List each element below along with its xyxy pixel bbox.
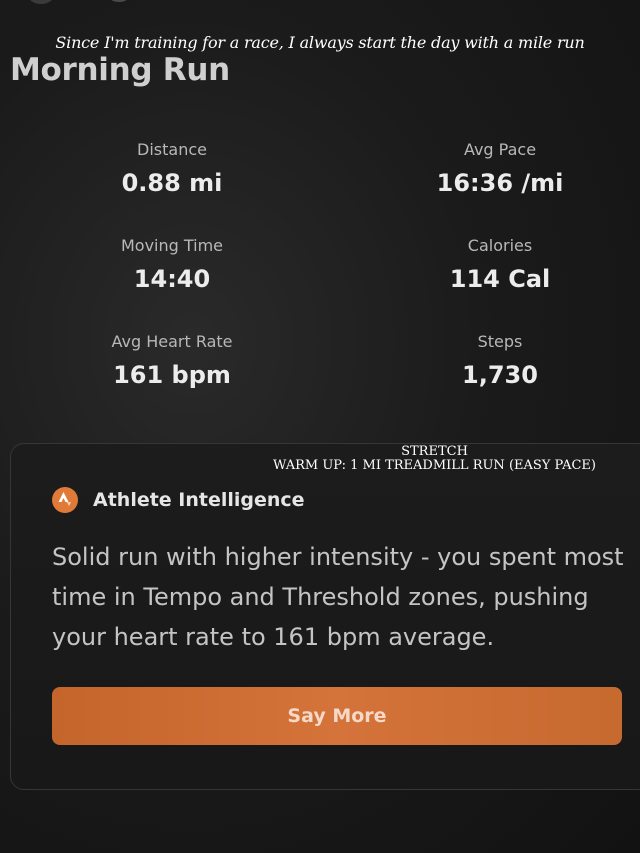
stat-value: 161 bpm — [113, 361, 231, 389]
stat-moving-time: Moving Time 14:40 — [22, 236, 322, 293]
athlete-intelligence-summary: Solid run with higher intensity - you sp… — [52, 543, 624, 651]
stat-steps: Steps 1,730 — [350, 332, 640, 389]
stat-label: Steps — [477, 332, 523, 351]
stat-value: 14:40 — [133, 265, 211, 293]
stat-avg-heart-rate: Avg Heart Rate 161 bpm — [22, 332, 322, 389]
overlay-line-stretch: STRETCH — [401, 444, 468, 459]
stat-label: Avg Heart Rate — [111, 332, 233, 351]
avatar — [28, 0, 54, 4]
overlay-line-warmup: WARM UP: 1 MI TREADMILL RUN (EASY PACE) — [273, 458, 596, 473]
stat-avg-pace: Avg Pace 16:36 /mi — [350, 140, 640, 197]
stat-label: Calories — [467, 236, 533, 255]
say-more-button[interactable]: Say More — [52, 687, 622, 745]
stat-distance: Distance 0.88 mi — [22, 140, 322, 197]
athlete-intelligence-label: Athlete Intelligence — [93, 489, 305, 511]
stat-value: 114 Cal — [449, 265, 551, 293]
page-title: Morning Run — [10, 52, 230, 88]
stat-calories: Calories 114 Cal — [350, 236, 640, 293]
stat-value: 0.88 mi — [121, 169, 223, 197]
athlete-intelligence-header: Athlete Intelligence — [52, 486, 305, 514]
say-more-button-label: Say More — [287, 705, 387, 727]
strava-logo-icon — [52, 487, 78, 513]
caption-text: Since I'm training for a race, I always … — [55, 33, 585, 52]
stat-label: Moving Time — [120, 236, 224, 255]
avatar-secondary — [108, 0, 130, 2]
stat-label: Distance — [137, 140, 207, 159]
stat-value: 16:36 /mi — [436, 169, 564, 197]
stat-label: Avg Pace — [463, 140, 537, 159]
stat-value: 1,730 — [462, 361, 538, 389]
overlay-text: STRETCH WARM UP: 1 MI TREADMILL RUN (EAS… — [262, 445, 607, 473]
